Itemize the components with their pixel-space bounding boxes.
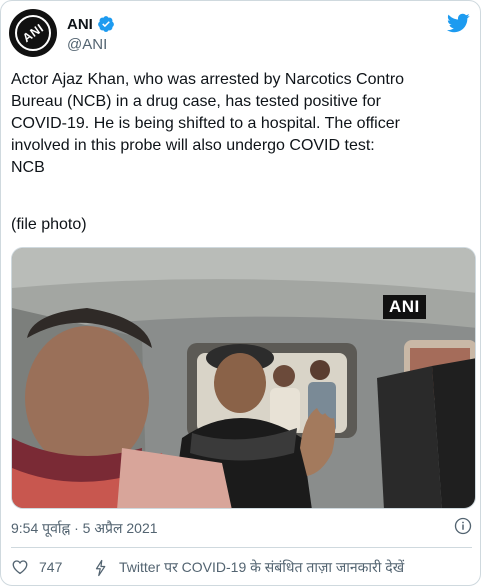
covid-info-label: Twitter पर COVID-19 के संबंधित ताज़ा जान… (119, 559, 405, 575)
covid-info-link[interactable]: Twitter पर COVID-19 के संबंधित ताज़ा जान… (93, 558, 404, 577)
tweet-photo[interactable]: ANI (11, 247, 476, 509)
tweet-text: Actor Ajaz Khan, who was arrested by Nar… (11, 71, 405, 176)
avatar-logo: ANI (15, 15, 51, 51)
lightning-bolt-icon (95, 559, 106, 576)
author-display-name[interactable]: ANI (67, 16, 93, 33)
heart-icon (12, 560, 28, 575)
tweet-meta-row: 9:54 पूर्वाह्न · 5 अप्रैल 2021 (11, 517, 476, 539)
like-button[interactable]: 747 (11, 558, 62, 576)
like-count: 747 (39, 559, 63, 575)
avatar-logo-text: ANI (19, 20, 47, 46)
tweet-card: ANI ANI @ANI Actor Ajaz Khan, who was ar… (0, 0, 481, 586)
author-handle[interactable]: @ANI (67, 36, 107, 53)
tweet-header: ANI ANI @ANI (9, 9, 474, 59)
verified-badge-icon (97, 16, 114, 32)
divider (11, 547, 472, 548)
photo-illustration (12, 248, 475, 508)
tweet-timestamp[interactable]: 9:54 पूर्वाह्न · 5 अप्रैल 2021 (11, 519, 158, 538)
twitter-bird-icon[interactable] (446, 11, 470, 35)
tweet-file-note: (file photo) (11, 216, 87, 233)
author-name-row[interactable]: ANI (67, 15, 115, 33)
tweet-actions: 747 Twitter पर COVID-19 के संबंधित ताज़ा… (11, 558, 476, 580)
avatar[interactable]: ANI (9, 9, 57, 57)
photo-watermark: ANI (383, 295, 426, 319)
info-icon[interactable] (454, 517, 472, 535)
